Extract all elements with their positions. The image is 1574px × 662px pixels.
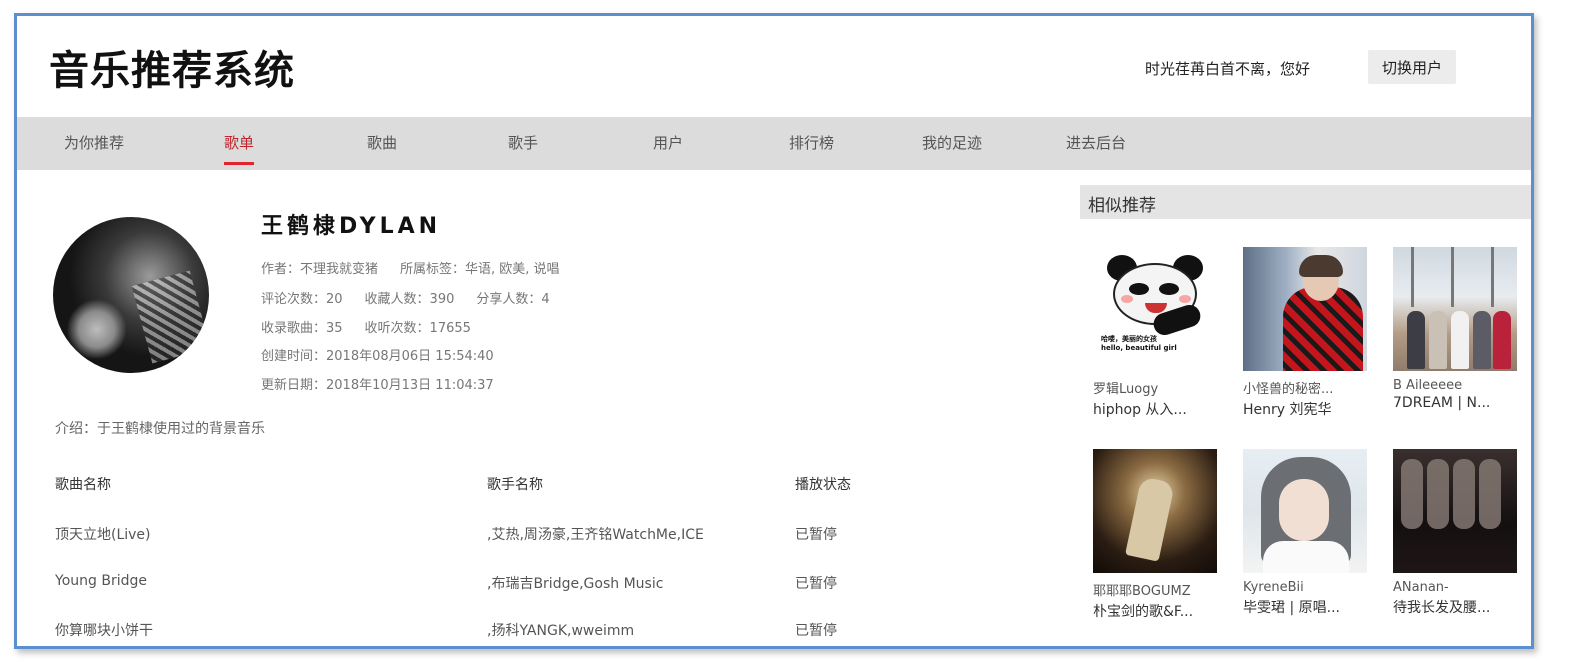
user-greeting: 时光荏苒白首不离，您好 bbox=[1145, 60, 1311, 78]
playlist-cover bbox=[53, 217, 209, 373]
play-count: 收听次数：17655 bbox=[364, 321, 471, 336]
thumbnail-caption: 哈喽，美丽的女孩 hello, beautiful girl bbox=[1101, 335, 1177, 352]
similar-card[interactable]: KyreneBii 毕雯珺 | 原唱... bbox=[1243, 449, 1373, 617]
card-user[interactable]: ANanan- bbox=[1393, 580, 1521, 595]
updated-time: 更新日期：2018年10月13日 11:04:37 bbox=[261, 378, 494, 393]
playlist-thumbnail[interactable] bbox=[1393, 247, 1517, 371]
comment-count: 评论次数：20 bbox=[261, 292, 343, 307]
play-status[interactable]: 已暂停 bbox=[795, 573, 837, 593]
similar-card[interactable]: 小怪兽的秘密... Henry 刘宪华 bbox=[1243, 247, 1373, 419]
meta-row-plays: 收录歌曲：35 收听次数：17655 bbox=[261, 317, 471, 336]
card-user[interactable]: KyreneBii bbox=[1243, 580, 1371, 595]
card-title[interactable]: 毕雯珺 | 原唱... bbox=[1243, 597, 1371, 617]
share-count: 分享人数：4 bbox=[476, 292, 550, 307]
playlist-thumbnail[interactable] bbox=[1093, 449, 1217, 573]
card-title[interactable]: hiphop 从入... bbox=[1093, 399, 1221, 419]
main-nav: 为你推荐 歌单 歌曲 歌手 用户 排行榜 我的足迹 进去后台 bbox=[17, 117, 1531, 170]
card-user[interactable]: B Aileeeee bbox=[1393, 378, 1521, 393]
card-title[interactable]: Henry 刘宪华 bbox=[1243, 399, 1371, 419]
playlist-thumbnail[interactable]: 哈喽，美丽的女孩 hello, beautiful girl bbox=[1093, 247, 1217, 371]
created-time: 创建时间：2018年08月06日 15:54:40 bbox=[261, 349, 494, 364]
playlist-intro: 介绍：于王鹤棣使用过的背景音乐 bbox=[55, 421, 265, 437]
nav-admin[interactable]: 进去后台 bbox=[1066, 132, 1126, 170]
nav-users[interactable]: 用户 bbox=[653, 132, 683, 170]
app-window: 音乐推荐系统 时光荏苒白首不离，您好 切换用户 为你推荐 歌单 歌曲 歌手 用户… bbox=[14, 13, 1534, 649]
nav-ranking[interactable]: 排行榜 bbox=[789, 132, 834, 170]
playlist-author: 作者：不理我就变猪 bbox=[261, 262, 379, 277]
nav-history[interactable]: 我的足迹 bbox=[922, 132, 982, 170]
playlist-thumbnail[interactable] bbox=[1393, 449, 1517, 573]
nav-singers[interactable]: 歌手 bbox=[508, 132, 538, 170]
card-title[interactable]: 7DREAM | N... bbox=[1393, 395, 1521, 411]
singer-name[interactable]: ,布瑞吉Bridge,Gosh Music bbox=[487, 573, 663, 593]
singer-name[interactable]: ,艾热,周汤豪,王齐铭WatchMe,ICE bbox=[487, 524, 704, 544]
col-header-status: 播放状态 bbox=[795, 477, 851, 493]
col-header-singer: 歌手名称 bbox=[487, 477, 543, 493]
card-user[interactable]: 小怪兽的秘密... bbox=[1243, 378, 1371, 397]
app-title: 音乐推荐系统 bbox=[49, 48, 295, 94]
card-title[interactable]: 待我长发及腰... bbox=[1393, 597, 1521, 617]
switch-user-button[interactable]: 切换用户 bbox=[1368, 50, 1456, 84]
header: 音乐推荐系统 时光荏苒白首不离，您好 切换用户 bbox=[17, 16, 1531, 116]
card-user[interactable]: 罗辑Luogy bbox=[1093, 378, 1221, 397]
card-title[interactable]: 朴宝剑的歌&F... bbox=[1093, 601, 1221, 621]
playlist-thumbnail[interactable] bbox=[1243, 449, 1367, 573]
card-user[interactable]: 耶耶耶BOGUMZ bbox=[1093, 580, 1221, 599]
nav-playlist[interactable]: 歌单 bbox=[224, 132, 255, 170]
similar-header: 相似推荐 bbox=[1080, 185, 1531, 219]
similar-card[interactable]: B Aileeeee 7DREAM | N... bbox=[1393, 247, 1523, 411]
song-name[interactable]: Young Bridge bbox=[55, 573, 147, 589]
nav-recommend[interactable]: 为你推荐 bbox=[64, 132, 124, 170]
play-status[interactable]: 已暂停 bbox=[795, 524, 837, 544]
playlist-thumbnail[interactable] bbox=[1243, 247, 1367, 371]
similar-card[interactable]: 哈喽，美丽的女孩 hello, beautiful girl 罗辑Luogy hi… bbox=[1093, 247, 1223, 419]
meta-row-stats: 评论次数：20 收藏人数：390 分享人数：4 bbox=[261, 288, 550, 307]
song-name[interactable]: 你算哪块小饼干 bbox=[55, 620, 153, 640]
playlist-tags: 所属标签：华语, 欧美, 说唱 bbox=[400, 262, 560, 277]
singer-name[interactable]: ,扬科YANGK,wweimm bbox=[487, 620, 634, 640]
play-status[interactable]: 已暂停 bbox=[795, 620, 837, 640]
playlist-title: 王鹤棣DYLAN bbox=[261, 214, 442, 239]
col-header-song: 歌曲名称 bbox=[55, 477, 111, 493]
meta-row-author: 作者：不理我就变猪 所属标签：华语, 欧美, 说唱 bbox=[261, 258, 560, 277]
favorite-count: 收藏人数：390 bbox=[364, 292, 455, 307]
nav-songs[interactable]: 歌曲 bbox=[367, 132, 397, 170]
similar-card[interactable]: ANanan- 待我长发及腰... bbox=[1393, 449, 1523, 617]
similar-card[interactable]: 耶耶耶BOGUMZ 朴宝剑的歌&F... bbox=[1093, 449, 1223, 621]
song-name[interactable]: 顶天立地(Live) bbox=[55, 524, 151, 544]
song-count: 收录歌曲：35 bbox=[261, 321, 343, 336]
